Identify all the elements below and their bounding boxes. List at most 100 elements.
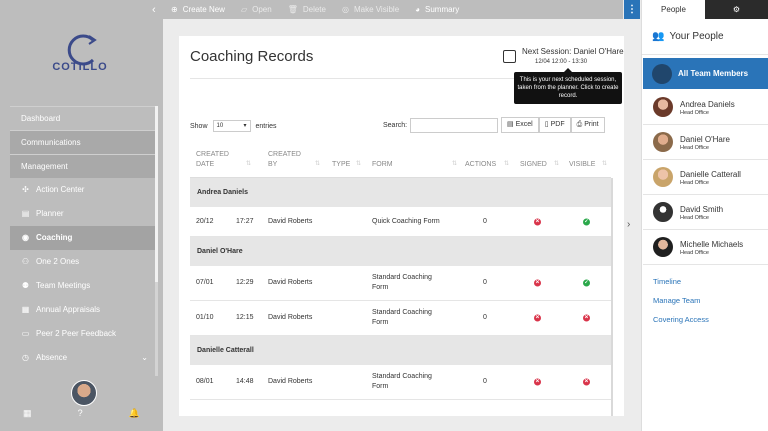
team-icon — [652, 63, 672, 84]
pdf-icon: ▯ — [544, 121, 549, 128]
sidebar-item-dashboard[interactable]: Dashboard — [10, 106, 156, 130]
col-visible[interactable]: VISIBLE — [569, 160, 595, 170]
panel-tabs: People ⚙ — [642, 0, 768, 19]
sort-icon: ⇅ — [356, 161, 362, 167]
person-item[interactable]: Andrea Daniels Head Office — [643, 90, 768, 125]
create-new-label: Create New — [182, 5, 225, 14]
col-label: DATE — [196, 161, 215, 168]
col-form[interactable]: FORM — [372, 160, 393, 170]
next-session-label[interactable]: Next Session: Daniel O'Hare — [522, 47, 624, 56]
avatar — [653, 237, 673, 257]
group-icon: ⚉ — [21, 281, 30, 290]
sidebar-item-label: Action Center — [36, 185, 85, 194]
delete-label: Delete — [302, 5, 326, 14]
group-row: Andrea Daniels — [190, 178, 611, 207]
sidebar-item-label: Annual Appraisals — [36, 305, 101, 314]
next-session-time: 12/04 12:00 - 13:30 — [535, 59, 588, 65]
trash-icon: 🗑 — [287, 5, 298, 14]
sidebar-item-label: Peer 2 Peer Feedback — [36, 329, 117, 338]
grid-icon[interactable]: ▦ — [23, 408, 32, 419]
pdf-button[interactable]: ▯ PDF — [538, 117, 571, 133]
not-signed-icon: ✕ — [534, 378, 541, 386]
bell-icon[interactable]: 🔔 — [129, 408, 140, 419]
table-row[interactable]: 08/01 14:48 David Roberts Standard Coach… — [190, 365, 611, 400]
excel-icon: ▤ — [507, 121, 514, 128]
col-type[interactable]: TYPE — [332, 160, 350, 170]
sidebar-scroll-thumb[interactable] — [155, 106, 158, 282]
cell-form: Standard Coaching Form — [372, 309, 432, 326]
tab-settings[interactable]: ⚙ — [705, 0, 768, 19]
chevron-left-icon[interactable]: ‹ — [152, 4, 156, 16]
excel-button[interactable]: ▤ Excel — [501, 117, 539, 133]
table-row[interactable]: 20/12 17:27 David Roberts Quick Coaching… — [190, 207, 611, 237]
users-icon: 👥 — [652, 31, 665, 42]
table-row[interactable]: 07/01 12:29 David Roberts Standard Coach… — [190, 266, 611, 301]
sidebar: ‹ COTILLO Dashboard Communications Manag… — [0, 0, 163, 431]
person-item[interactable]: Michelle Michaels Head Office — [643, 230, 768, 265]
compass-icon: ◉ — [22, 233, 29, 242]
heading-label: Your People — [669, 31, 724, 42]
sidebar-item-label: One 2 Ones — [36, 257, 80, 266]
make-visible-button[interactable]: ◎ Make Visible — [342, 5, 399, 14]
tab-people[interactable]: People — [642, 0, 705, 19]
summary-button[interactable]: ◕ Summary — [415, 5, 459, 14]
sidebar-item-action-center[interactable]: ✣ Action Center — [10, 178, 156, 202]
timeline-link[interactable]: Timeline — [653, 277, 681, 286]
sidebar-item-one-2-ones[interactable]: ⚇ One 2 Ones — [10, 250, 156, 274]
create-new-button[interactable]: ⊕ Create New — [171, 5, 225, 14]
search-input[interactable] — [410, 118, 498, 133]
sidebar-item-absence[interactable]: ◷ Absence ⌄ — [10, 346, 156, 370]
sort-icon: ⇅ — [246, 161, 252, 167]
folder-icon: ▱ — [240, 5, 248, 14]
person-name: Danielle Catterall — [680, 169, 741, 179]
sidebar-item-label: Planner — [36, 209, 64, 218]
col-label: CREATED — [268, 151, 301, 158]
col-label: CREATED — [196, 151, 229, 158]
sidebar-item-planner[interactable]: ▤ Planner — [10, 202, 156, 226]
col-created-by[interactable]: CREATED BY — [268, 150, 301, 170]
col-label: BY — [268, 161, 278, 168]
sidebar-item-label: Absence — [36, 353, 68, 362]
person-item[interactable]: David Smith Head Office — [643, 195, 768, 230]
sidebar-item-coaching[interactable]: ◉ Coaching — [10, 226, 156, 250]
cell-created-by: David Roberts — [268, 217, 313, 225]
all-team-members-item[interactable]: All Team Members — [643, 58, 768, 89]
person-item[interactable]: Daniel O'Hare Head Office — [643, 125, 768, 160]
col-actions[interactable]: ACTIONS — [465, 160, 496, 170]
sidebar-item-communications[interactable]: Communications — [10, 130, 156, 154]
manage-team-link[interactable]: Manage Team — [653, 296, 700, 305]
printer-icon: ⎙ — [576, 121, 583, 128]
cell-created-by: David Roberts — [268, 378, 313, 385]
sidebar-item-team-meetings[interactable]: ⚉ Team Meetings — [10, 274, 156, 298]
sidebar-item-management[interactable]: Management — [10, 154, 156, 178]
not-visible-icon: ✕ — [583, 378, 590, 386]
open-button[interactable]: ▱ Open — [241, 5, 272, 14]
sidebar-item-annual-appraisals[interactable]: ▦ Annual Appraisals — [10, 298, 156, 322]
col-signed[interactable]: SIGNED — [520, 160, 547, 170]
more-options-button[interactable]: ⋮ — [624, 0, 640, 19]
delete-button[interactable]: 🗑 Delete — [288, 5, 326, 14]
cell-actions: 0 — [483, 314, 487, 321]
cell-date: 01/10 — [196, 314, 214, 321]
sidebar-item-peer-feedback[interactable]: ▭ Peer 2 Peer Feedback — [10, 322, 156, 346]
chevron-right-icon[interactable]: › — [627, 219, 630, 230]
print-label: Print — [584, 121, 599, 128]
print-button[interactable]: ⎙ Print — [570, 117, 605, 133]
covering-access-link[interactable]: Covering Access — [653, 315, 709, 324]
table-row[interactable]: 01/10 12:15 David Roberts Standard Coach… — [190, 301, 611, 336]
person-item[interactable]: Danielle Catterall Head Office — [643, 160, 768, 195]
help-icon[interactable]: ? — [78, 408, 83, 419]
entries-select[interactable]: 10 — [212, 120, 251, 132]
sidebar-item-label: Team Meetings — [36, 281, 91, 290]
calendar-icon[interactable] — [503, 50, 516, 63]
not-visible-icon: ✕ — [583, 314, 590, 322]
sidebar-bottom-icons: ▦ ? 🔔 — [0, 408, 163, 419]
cell-date: 08/01 — [196, 378, 214, 385]
pie-chart-icon: ◕ — [415, 5, 421, 14]
table-scrollbar[interactable] — [611, 178, 613, 416]
person-name: Andrea Daniels — [680, 99, 735, 109]
cell-form: Standard Coaching Form — [372, 274, 432, 291]
group-row: Danielle Catterall — [190, 336, 611, 365]
col-created-date[interactable]: CREATED DATE — [196, 150, 229, 170]
user-avatar[interactable] — [71, 380, 97, 406]
